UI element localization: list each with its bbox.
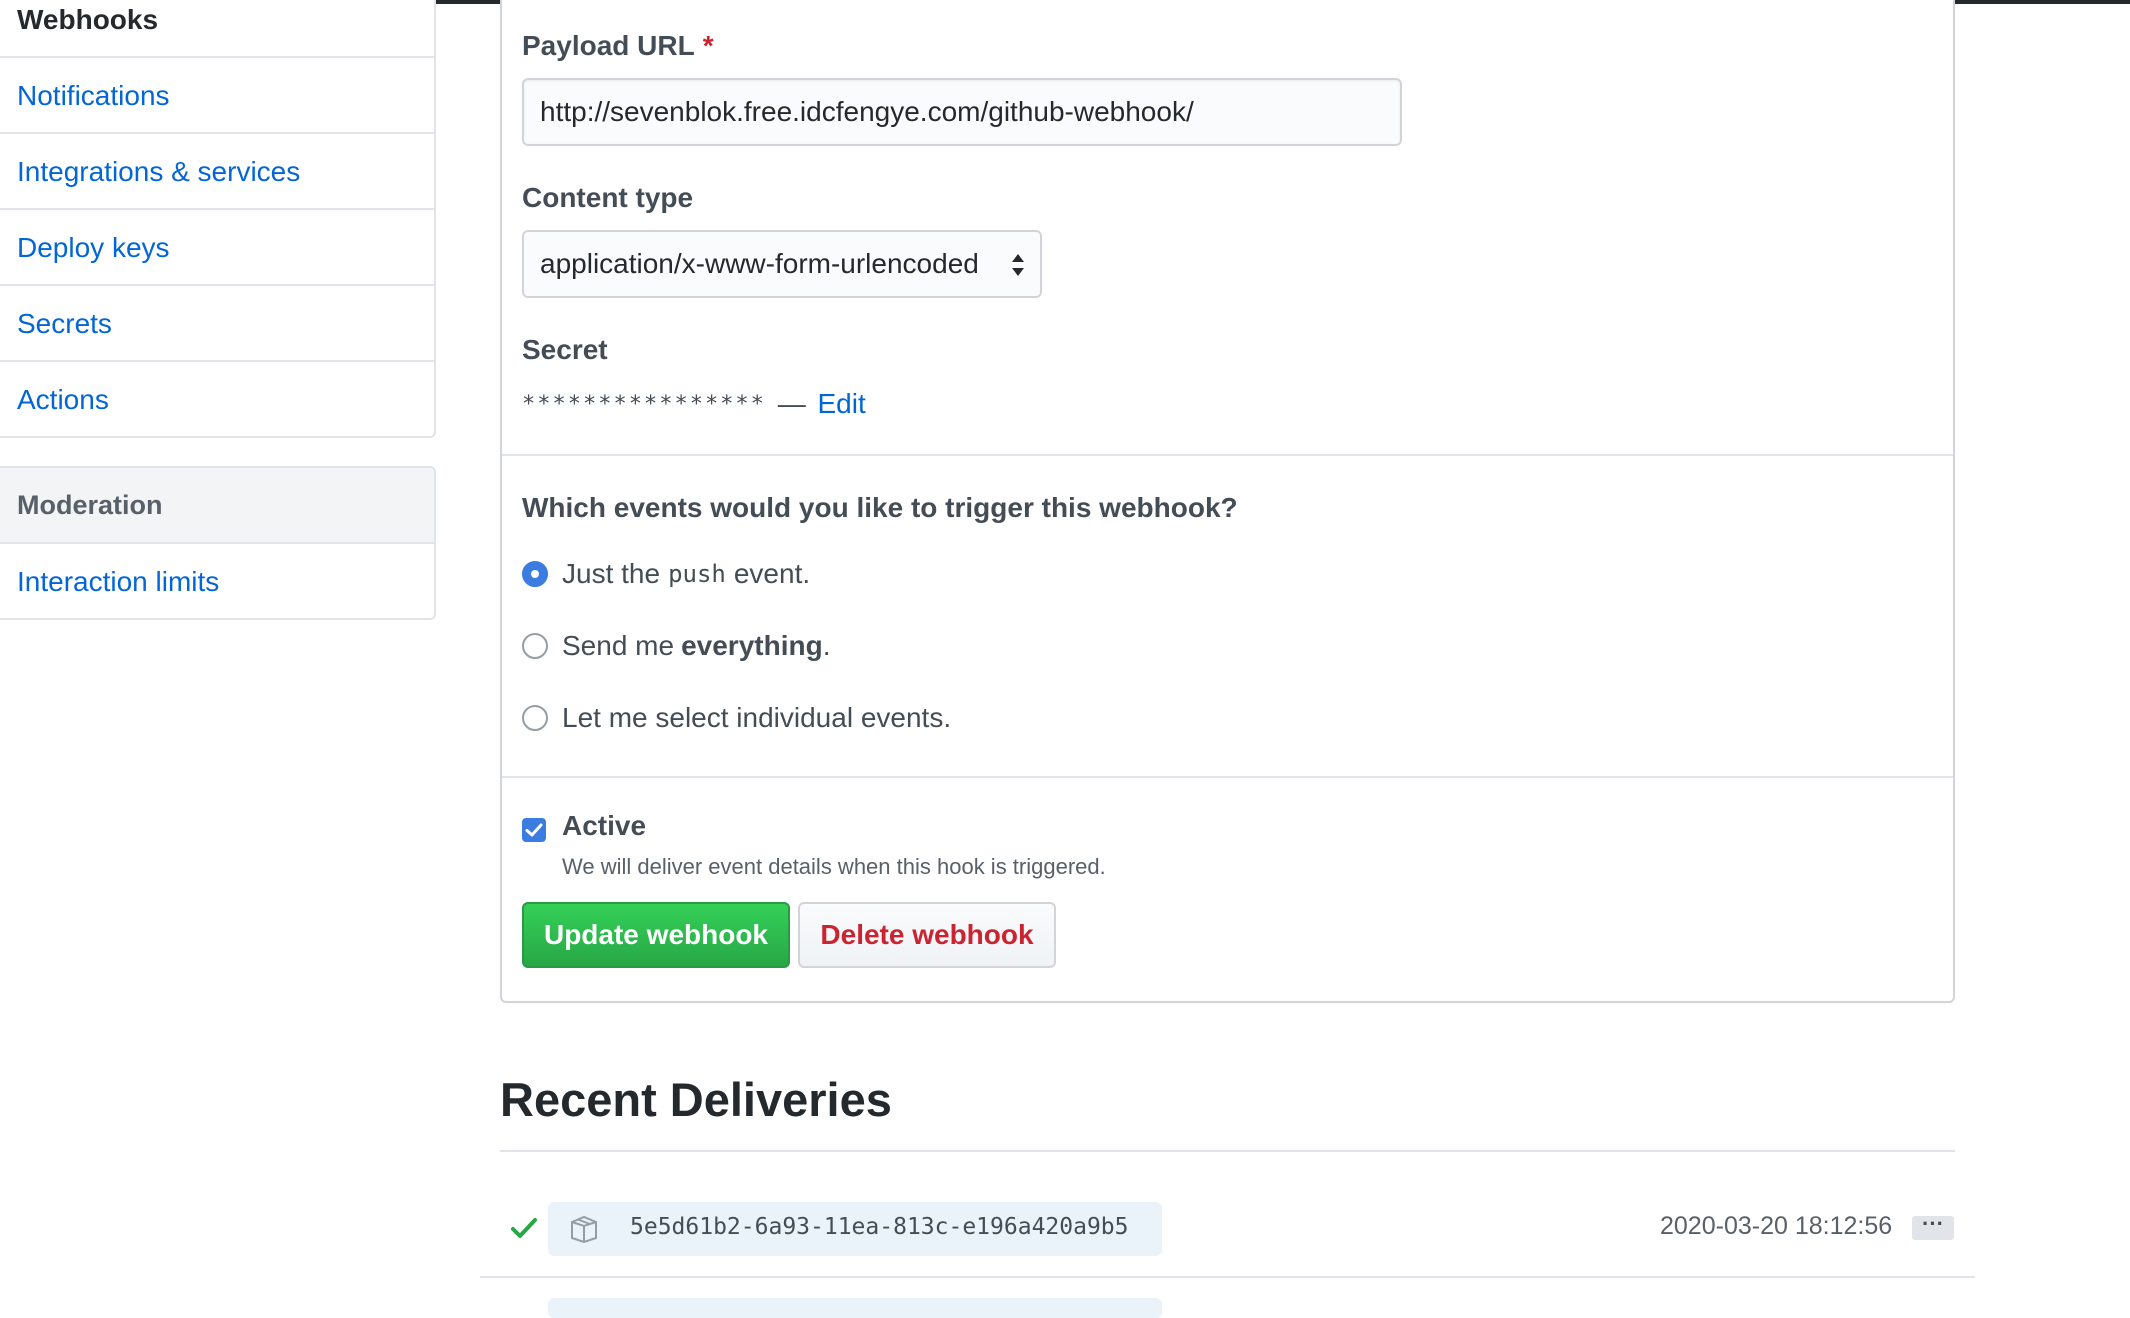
payload-url-input[interactable]: http://sevenblok.free.idcfengye.com/gith… — [522, 78, 1402, 146]
section-divider — [502, 776, 1953, 778]
settings-sidebar: Webhooks Notifications Integrations & se… — [0, 0, 436, 438]
sidebar-item-interaction-limits[interactable]: Interaction limits — [0, 542, 434, 618]
secret-edit-link[interactable]: Edit — [817, 388, 865, 419]
event-option-push-suffix: event. — [733, 558, 811, 589]
select-arrows-icon — [1012, 254, 1024, 276]
content-type-select[interactable]: application/x-www-form-urlencoded — [522, 230, 1042, 298]
sidebar-item-actions[interactable]: Actions — [0, 360, 434, 436]
delivery-more-button[interactable]: ··· — [1912, 1213, 1954, 1240]
section-divider — [502, 454, 1953, 456]
event-option-push[interactable]: Just the push event. — [522, 558, 810, 590]
content-type-value: application/x-www-form-urlencoded — [540, 248, 979, 279]
checkmark-icon — [525, 823, 543, 837]
sidebar-header-moderation: Moderation — [0, 468, 434, 542]
event-option-everything[interactable]: Send me everything. — [522, 630, 830, 662]
section-rule — [500, 1150, 1955, 1152]
events-question: Which events would you like to trigger t… — [522, 492, 1238, 523]
delivery-guid-pill[interactable] — [548, 1298, 1162, 1318]
secret-mask: **************** — [522, 392, 766, 417]
event-option-push-prefix: Just the — [562, 558, 661, 589]
recent-deliveries-title: Recent Deliveries — [500, 1073, 892, 1126]
delivery-guid-pill[interactable]: 5e5d61b2-6a93-11ea-813c-e196a420a9b5 — [548, 1202, 1162, 1256]
event-option-individual[interactable]: Let me select individual events. — [522, 702, 951, 734]
secret-row: **************** — Edit — [522, 388, 866, 420]
delivery-timestamp: 2020-03-20 18:12:56 — [1660, 1212, 1893, 1240]
event-option-push-code: push — [668, 560, 726, 588]
event-option-everything-prefix: Send me — [562, 630, 675, 661]
webhook-form: Payload URL * http://sevenblok.free.idcfe… — [500, 0, 1955, 1003]
secret-label: Secret — [522, 334, 608, 365]
delete-webhook-button[interactable]: Delete webhook — [798, 902, 1056, 968]
active-label: Active — [562, 810, 647, 841]
radio-unselected-icon[interactable] — [522, 633, 548, 659]
event-option-everything-suffix: . — [822, 630, 831, 661]
delivery-guid: 5e5d61b2-6a93-11ea-813c-e196a420a9b5 — [630, 1214, 1129, 1240]
event-option-individual-text: Let me select individual events. — [562, 702, 952, 733]
sidebar-item-integrations-services[interactable]: Integrations & services — [0, 132, 434, 208]
secret-dash: — — [777, 388, 806, 419]
payload-url-label: Payload URL * — [522, 30, 714, 62]
event-option-everything-bold: everything — [681, 630, 823, 661]
sidebar-item-deploy-keys[interactable]: Deploy keys — [0, 208, 434, 284]
payload-url-label-text: Payload URL — [522, 30, 695, 61]
sidebar-item-webhooks[interactable]: Webhooks — [0, 0, 434, 56]
update-webhook-button[interactable]: Update webhook — [522, 902, 790, 968]
moderation-sidebar: Moderation Interaction limits — [0, 466, 436, 620]
success-check-icon — [511, 1218, 537, 1238]
active-note: We will deliver event details when this … — [562, 854, 1106, 879]
package-icon — [571, 1215, 597, 1244]
delivery-row[interactable]: 5e5d61b2-6a93-11ea-813c-e196a420a9b5 202… — [480, 1198, 1975, 1280]
active-checkbox[interactable] — [522, 818, 546, 842]
content-type-label: Content type — [522, 182, 694, 213]
radio-selected-icon[interactable] — [522, 561, 548, 587]
row-divider — [480, 1276, 1975, 1278]
required-marker: * — [702, 30, 714, 61]
radio-unselected-icon[interactable] — [522, 705, 548, 731]
sidebar-item-notifications[interactable]: Notifications — [0, 56, 434, 132]
sidebar-item-secrets[interactable]: Secrets — [0, 284, 434, 360]
